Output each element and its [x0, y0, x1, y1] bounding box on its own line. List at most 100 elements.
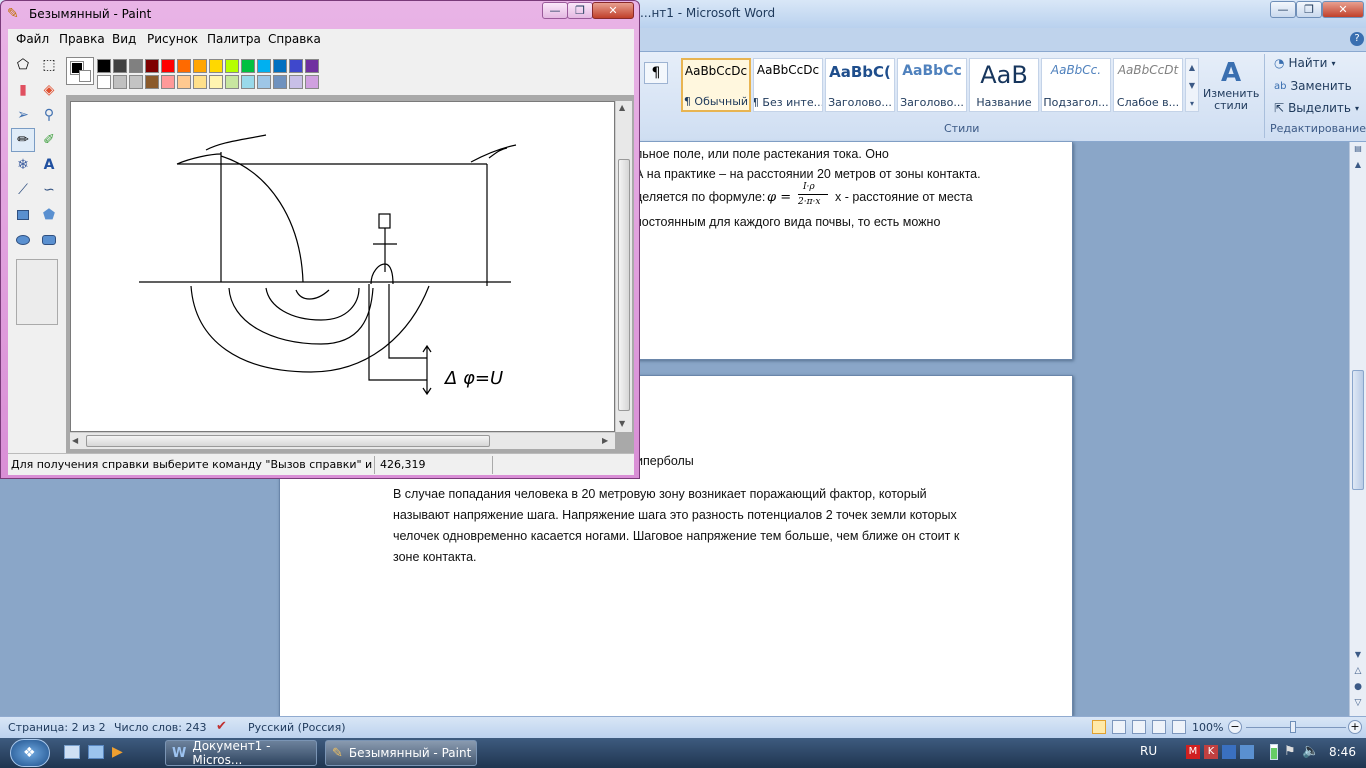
style-subtle-emphasis[interactable]: AaBbCcDt Слабое в...	[1113, 58, 1183, 112]
show-desktop-icon[interactable]	[64, 745, 80, 759]
web-layout-icon[interactable]	[1132, 720, 1146, 734]
palette-swatch[interactable]	[97, 59, 111, 73]
tray-k-icon[interactable]: K	[1204, 745, 1218, 759]
paint-horizontal-scrollbar[interactable]: ◀ ▶	[70, 432, 615, 449]
scroll-thumb[interactable]	[1352, 370, 1364, 490]
airbrush-icon[interactable]: ❄	[11, 153, 35, 177]
magnifier-icon[interactable]: ⚲	[37, 103, 61, 127]
outline-icon[interactable]	[1152, 720, 1166, 734]
next-page-icon[interactable]: ▽	[1352, 698, 1364, 712]
tray-app-icon[interactable]	[1222, 745, 1236, 759]
palette-swatch[interactable]	[257, 75, 271, 89]
paint-maximize-button[interactable]: ❐	[567, 2, 593, 19]
page-count[interactable]: Страница: 2 из 2	[8, 721, 106, 734]
style-subtitle[interactable]: AaBbCc. Подзагол...	[1041, 58, 1111, 112]
palette-swatch[interactable]	[129, 75, 143, 89]
style-no-spacing[interactable]: AaBbCcDc ¶ Без инте...	[753, 58, 823, 112]
line-icon[interactable]: ⟋	[11, 178, 35, 202]
media-player-icon[interactable]: ▶	[112, 744, 123, 760]
menu-palette[interactable]: Палитра	[207, 32, 261, 46]
menu-image[interactable]: Рисунок	[147, 32, 198, 46]
style-normal[interactable]: AaBbCcDc ¶ Обычный	[681, 58, 751, 112]
palette-swatch[interactable]	[273, 59, 287, 73]
color-picker-icon[interactable]: ➢	[11, 103, 35, 127]
tray-network-icon[interactable]	[1240, 745, 1254, 759]
style-heading-2[interactable]: AaBbCc Заголово...	[897, 58, 967, 112]
palette-swatch[interactable]	[193, 59, 207, 73]
ruler-toggle-icon[interactable]: ▤	[1352, 144, 1364, 158]
palette-swatch[interactable]	[241, 59, 255, 73]
current-colors[interactable]	[66, 57, 94, 85]
curve-icon[interactable]: ∽	[37, 178, 61, 202]
battery-icon[interactable]	[1270, 744, 1278, 760]
palette-swatch[interactable]	[209, 75, 223, 89]
free-select-icon[interactable]: ⬠	[11, 53, 35, 77]
palette-swatch[interactable]	[225, 59, 239, 73]
scroll-right-icon[interactable]: ▶	[602, 436, 608, 445]
find-button[interactable]: ◔ Найти ▾	[1274, 56, 1335, 70]
ellipse-icon[interactable]	[11, 228, 35, 252]
zoom-slider[interactable]	[1246, 727, 1346, 728]
brush-icon[interactable]: ✐	[37, 128, 61, 152]
palette-swatch[interactable]	[161, 75, 175, 89]
scroll-down-icon[interactable]: ▼	[1352, 650, 1364, 664]
scroll-thumb[interactable]	[618, 159, 630, 411]
tray-flag-icon[interactable]: ⚑	[1284, 744, 1296, 759]
palette-swatch[interactable]	[193, 75, 207, 89]
print-layout-icon[interactable]	[1092, 720, 1106, 734]
taskbar-paint[interactable]: ✎ Безымянный - Paint	[325, 740, 477, 766]
clock[interactable]: 8:46	[1329, 745, 1356, 759]
select-button[interactable]: ⇱ Выделить ▾	[1274, 101, 1359, 115]
word-vertical-scrollbar[interactable]: ▤ ▲ ▼ △ ● ▽	[1349, 142, 1366, 716]
palette-swatch[interactable]	[257, 59, 271, 73]
draft-icon[interactable]	[1172, 720, 1186, 734]
browse-object-icon[interactable]: ●	[1352, 682, 1364, 696]
change-styles-button[interactable]: A Изменить стили	[1203, 58, 1259, 118]
help-icon[interactable]: ?	[1350, 32, 1364, 46]
volume-icon[interactable]: 🔈	[1302, 743, 1319, 759]
paint-vertical-scrollbar[interactable]: ▲ ▼	[615, 101, 632, 432]
style-title[interactable]: AaB Название	[969, 58, 1039, 112]
menu-help[interactable]: Справка	[268, 32, 321, 46]
palette-swatch[interactable]	[177, 59, 191, 73]
styles-scroll-icon[interactable]: ▲ ▼ ▾	[1185, 58, 1199, 112]
eraser-icon[interactable]: ▮	[11, 78, 35, 102]
input-language[interactable]: RU	[1140, 744, 1157, 758]
scroll-down-icon[interactable]: ▼	[619, 419, 625, 428]
fill-bucket-icon[interactable]: ◈	[37, 78, 61, 102]
taskbar-word[interactable]: W Документ1 - Micros...	[165, 739, 317, 767]
replace-button[interactable]: ab Заменить	[1274, 79, 1352, 93]
palette-swatch[interactable]	[273, 75, 287, 89]
show-marks-icon[interactable]: ¶	[644, 62, 668, 84]
palette-swatch[interactable]	[209, 59, 223, 73]
palette-swatch[interactable]	[145, 59, 159, 73]
scroll-up-icon[interactable]: ▲	[619, 103, 625, 112]
text-icon[interactable]: A	[37, 153, 61, 177]
palette-swatch[interactable]	[289, 59, 303, 73]
paint-canvas[interactable]: Δ φ=U	[70, 101, 615, 432]
scroll-left-icon[interactable]: ◀	[72, 436, 78, 445]
palette-swatch[interactable]	[161, 59, 175, 73]
polygon-icon[interactable]: ⬟	[37, 203, 61, 227]
zoom-in-icon[interactable]: +	[1348, 720, 1362, 734]
palette-swatch[interactable]	[241, 75, 255, 89]
word-maximize-button[interactable]: ❐	[1296, 1, 1322, 18]
tool-options-box[interactable]	[16, 259, 58, 325]
palette-swatch[interactable]	[113, 59, 127, 73]
previous-page-icon[interactable]: △	[1352, 666, 1364, 680]
palette-swatch[interactable]	[177, 75, 191, 89]
menu-edit[interactable]: Правка	[59, 32, 105, 46]
switch-windows-icon[interactable]	[88, 745, 104, 759]
tray-m-icon[interactable]: M	[1186, 745, 1200, 759]
word-count[interactable]: Число слов: 243	[114, 721, 207, 734]
language-indicator[interactable]: Русский (Россия)	[248, 721, 346, 734]
word-minimize-button[interactable]: —	[1270, 1, 1296, 18]
style-heading-1[interactable]: AaBbC( Заголово...	[825, 58, 895, 112]
start-button[interactable]: ❖	[10, 739, 50, 767]
scroll-thumb[interactable]	[86, 435, 490, 447]
paint-minimize-button[interactable]: —	[542, 2, 568, 19]
palette-swatch[interactable]	[145, 75, 159, 89]
palette-swatch[interactable]	[305, 59, 319, 73]
spellcheck-icon[interactable]: ✔	[216, 719, 227, 734]
menu-file[interactable]: Файл	[16, 32, 49, 46]
